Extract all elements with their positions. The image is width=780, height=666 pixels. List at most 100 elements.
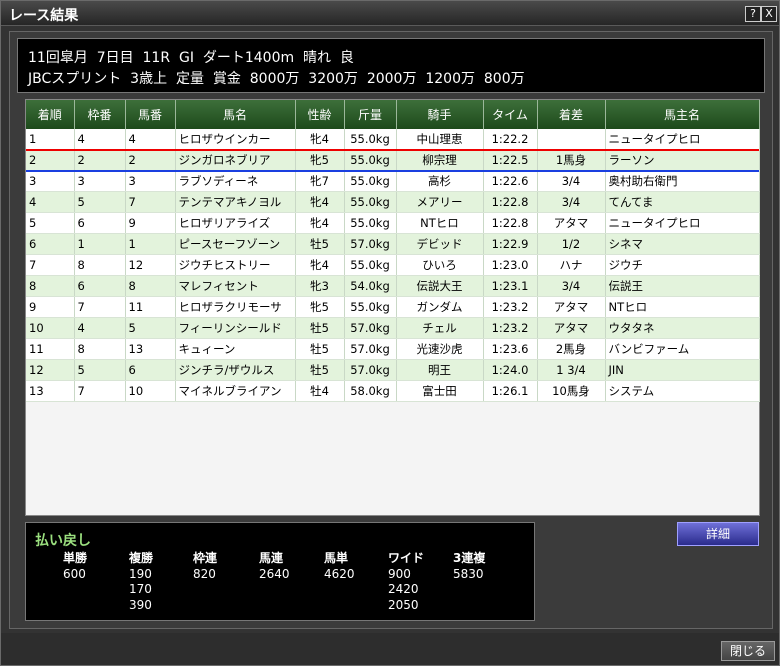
table-row[interactable]: 5 6 9 ヒロザリアライズ 牝4 55.0kg NTヒロ 1:22.8 アタマ ニュータイプヒロ [26, 212, 760, 234]
cell-rank: 12 [26, 359, 75, 381]
cell-frame-no: 1 [74, 233, 126, 255]
cell-sex-age: 牝4 [295, 191, 345, 213]
table-row[interactable]: 9 7 11 ヒロザラクリモーサ 牝5 55.0kg ガンダム 1:23.2 アタマ NTヒロ [26, 296, 760, 318]
second-highlight-line [26, 170, 759, 172]
payout-type-label: 3連複 [453, 551, 486, 565]
header-jockey[interactable]: 騎手 [396, 100, 484, 129]
close-button[interactable]: 閉じる [721, 641, 775, 661]
cell-owner: ジウチ [605, 254, 760, 276]
cell-owner: JIN [605, 359, 760, 381]
cell-horse-name: ヒロザウインカー [175, 129, 296, 150]
help-button[interactable]: ? [745, 6, 761, 22]
header-horse-no[interactable]: 馬番 [125, 100, 176, 129]
cell-time: 1:22.2 [483, 129, 538, 150]
cell-rank: 6 [26, 233, 75, 255]
cell-rank: 5 [26, 212, 75, 234]
header-weight[interactable]: 斤量 [344, 100, 397, 129]
cell-horse-no: 11 [125, 296, 176, 318]
cell-horse-no: 1 [125, 233, 176, 255]
cell-jockey: 高杉 [396, 170, 484, 192]
close-x-button[interactable]: X [761, 6, 777, 22]
table-row[interactable]: 4 5 7 テンテマアキノヨル 牝4 55.0kg メアリー 1:22.8 3/4 てんてま [26, 191, 760, 213]
cell-jockey: NTヒロ [396, 212, 484, 234]
table-row[interactable]: 6 1 1 ピースセーフゾーン 牡5 57.0kg デビッド 1:22.9 1/2 シネマ [26, 233, 760, 255]
payout-type-label: 複勝 [129, 551, 154, 565]
header-sex-age[interactable]: 性齢 [295, 100, 345, 129]
cell-horse-no: 5 [125, 317, 176, 339]
cell-time: 1:23.6 [483, 338, 538, 360]
payout-value: 170 [129, 582, 152, 596]
payout-value: 820 [193, 566, 216, 581]
cell-time: 1:24.0 [483, 359, 538, 381]
cell-frame-no: 6 [74, 212, 126, 234]
payout-column: 3連複 5830 [453, 551, 485, 582]
payout-column: 馬単 4620 [324, 551, 355, 582]
cell-weight: 57.0kg [344, 338, 397, 360]
cell-weight: 55.0kg [344, 212, 397, 234]
payout-value: 190 [129, 566, 152, 581]
cell-frame-no: 8 [74, 254, 126, 276]
cell-horse-no: 12 [125, 254, 176, 276]
table-row[interactable]: 10 4 5 フィーリンシールド 牡5 57.0kg チェル 1:23.2 アタマ ウタタネ [26, 317, 760, 339]
table-row[interactable]: 2 2 2 ジンガロネブリア 牝5 55.0kg 柳宗理 1:22.5 1馬身 ラーソン [26, 149, 760, 171]
cell-owner: ウタタネ [605, 317, 760, 339]
cell-jockey: 柳宗理 [396, 149, 484, 171]
cell-rank: 8 [26, 275, 75, 297]
cell-sex-age: 牡5 [295, 233, 345, 255]
results-table-container[interactable]: 着順 枠番 馬番 馬名 性齢 斤量 騎手 タイム 着差 馬主名 1 4 4 ヒロザウインカー 牝4 55.0… [25, 99, 760, 516]
payout-box: 払い戻し 単勝 600 複勝 190 170 390 枠連 820 馬連 2640 馬単 4620 ワイ… [25, 522, 535, 621]
table-row[interactable]: 13 7 10 マイネルブライアン 牡4 58.0kg 富士田 1:26.1 10馬身 システム [26, 380, 760, 402]
table-header-row: 着順 枠番 馬番 馬名 性齢 斤量 騎手 タイム 着差 馬主名 [26, 100, 760, 129]
cell-time: 1:22.9 [483, 233, 538, 255]
cell-horse-name: ジンチラ/ザウルス [175, 359, 296, 381]
header-owner[interactable]: 馬主名 [605, 100, 760, 129]
cell-owner: シネマ [605, 233, 760, 255]
cell-rank: 10 [26, 317, 75, 339]
header-frame-no[interactable]: 枠番 [74, 100, 126, 129]
payout-column: 複勝 190 170 390 [129, 551, 153, 613]
header-horse-name[interactable]: 馬名 [175, 100, 296, 129]
cell-horse-name: ジウチヒストリー [175, 254, 296, 276]
table-row[interactable]: 3 3 3 ラブソディーネ 牝7 55.0kg 高杉 1:22.6 3/4 奥村助右衛門 [26, 170, 760, 192]
cell-rank: 7 [26, 254, 75, 276]
cell-horse-no: 10 [125, 380, 176, 402]
title-bar[interactable]: レース結果 ? X [1, 1, 779, 26]
cell-owner: NTヒロ [605, 296, 760, 318]
cell-sex-age: 牝3 [295, 275, 345, 297]
table-row[interactable]: 8 6 8 マレフィセント 牝3 54.0kg 伝説大王 1:23.1 3/4 伝説王 [26, 275, 760, 297]
table-row[interactable]: 12 5 6 ジンチラ/ザウルス 牡5 57.0kg 明王 1:24.0 1 3/4 JIN [26, 359, 760, 381]
payout-column: 馬連 2640 [259, 551, 290, 582]
cell-frame-no: 8 [74, 338, 126, 360]
cell-sex-age: 牝7 [295, 170, 345, 192]
cell-time: 1:22.5 [483, 149, 538, 171]
cell-weight: 55.0kg [344, 254, 397, 276]
header-rank[interactable]: 着順 [26, 100, 75, 129]
cell-weight: 55.0kg [344, 129, 397, 150]
cell-horse-name: ジンガロネブリア [175, 149, 296, 171]
header-time[interactable]: タイム [483, 100, 538, 129]
cell-weight: 55.0kg [344, 170, 397, 192]
cell-time: 1:22.8 [483, 212, 538, 234]
payout-type-label: 馬単 [324, 551, 349, 565]
table-row[interactable]: 11 8 13 キュィーン 牡5 57.0kg 光速沙虎 1:23.6 2馬身 バンビファーム [26, 338, 760, 360]
results-table: 着順 枠番 馬番 馬名 性齢 斤量 騎手 タイム 着差 馬主名 1 4 4 ヒロザウインカー 牝4 55.0… [26, 100, 760, 402]
payout-value: 4620 [324, 566, 355, 581]
cell-frame-no: 4 [74, 129, 126, 150]
cell-margin: 1 3/4 [537, 359, 606, 381]
cell-margin: 2馬身 [537, 338, 606, 360]
cell-sex-age: 牝5 [295, 149, 345, 171]
cell-horse-no: 4 [125, 129, 176, 150]
header-margin[interactable]: 着差 [537, 100, 606, 129]
table-row[interactable]: 1 4 4 ヒロザウインカー 牝4 55.0kg 中山理恵 1:22.2 ニュータイプヒロ [26, 129, 760, 150]
cell-horse-no: 7 [125, 191, 176, 213]
cell-rank: 4 [26, 191, 75, 213]
payout-value: 600 [63, 566, 86, 581]
payout-column: ワイド 900 2420 2050 [388, 551, 424, 613]
cell-margin: 3/4 [537, 170, 606, 192]
payout-value: 2420 [388, 582, 419, 596]
cell-jockey: 中山理恵 [396, 129, 484, 150]
cell-horse-name: ラブソディーネ [175, 170, 296, 192]
detail-button[interactable]: 詳細 [677, 522, 759, 546]
race-result-window: レース結果 ? X 11回皐月 7日目 11R GⅠ ダート1400m 晴れ 良… [0, 0, 780, 666]
table-row[interactable]: 7 8 12 ジウチヒストリー 牝4 55.0kg ひいろ 1:23.0 ハナ ジウチ [26, 254, 760, 276]
